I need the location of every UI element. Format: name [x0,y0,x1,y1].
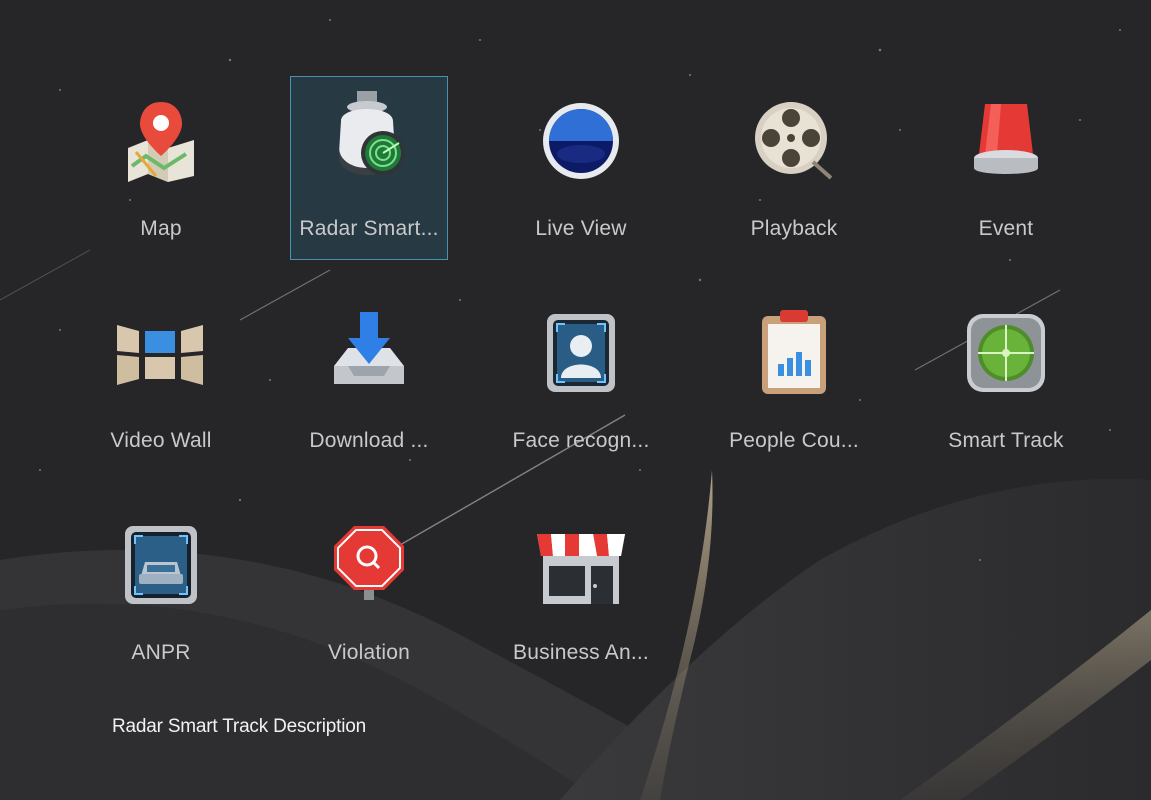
app-tile-business-analysis[interactable]: Business An... [502,500,660,684]
app-tile-radar-smart-track[interactable]: Radar Smart... [290,76,448,260]
app-tile-download[interactable]: Download ... [290,288,448,472]
app-label: Smart Track [948,429,1064,452]
app-tile-face-recognition[interactable]: Face recogn... [502,288,660,472]
app-tile-smart-track[interactable]: Smart Track [927,288,1085,472]
app-label: Video Wall [110,429,212,452]
app-tile-map[interactable]: Map [82,76,240,260]
app-label: Radar Smart... [299,217,439,240]
app-label: Event [978,217,1034,240]
car-scan-icon [111,515,211,615]
app-label: ANPR [131,641,191,664]
app-tile-playback[interactable]: Playback [715,76,873,260]
app-label: Business An... [513,641,649,664]
selected-app-description: Radar Smart Track Description [112,716,366,737]
target-icon [956,303,1056,403]
face-scan-icon [531,303,631,403]
app-label: Download ... [309,429,429,452]
app-label: Map [140,217,182,240]
app-tile-video-wall[interactable]: Video Wall [82,288,240,472]
app-tile-people-counting[interactable]: People Cou... [715,288,873,472]
app-label: Live View [535,217,627,240]
radar-camera-icon [319,91,419,191]
alarm-light-icon [956,91,1056,191]
app-tile-event[interactable]: Event [927,76,1085,260]
storefront-icon [531,515,631,615]
app-label: Playback [750,217,838,240]
app-tile-live-view[interactable]: Live View [502,76,660,260]
app-tile-violation[interactable]: Violation [290,500,448,684]
map-pin-icon [111,91,211,191]
film-reel-icon [744,91,844,191]
clipboard-chart-icon [744,303,844,403]
app-label: Face recogn... [512,429,650,452]
app-label: Violation [328,641,410,664]
app-label: People Cou... [729,429,859,452]
app-tile-anpr[interactable]: ANPR [82,500,240,684]
live-view-lens-icon [531,91,631,191]
violation-sign-icon [319,515,419,615]
download-tray-icon [319,303,419,403]
video-wall-icon [111,303,211,403]
app-launcher: Map Radar Smart... Live View Playback Ev… [0,0,1151,800]
